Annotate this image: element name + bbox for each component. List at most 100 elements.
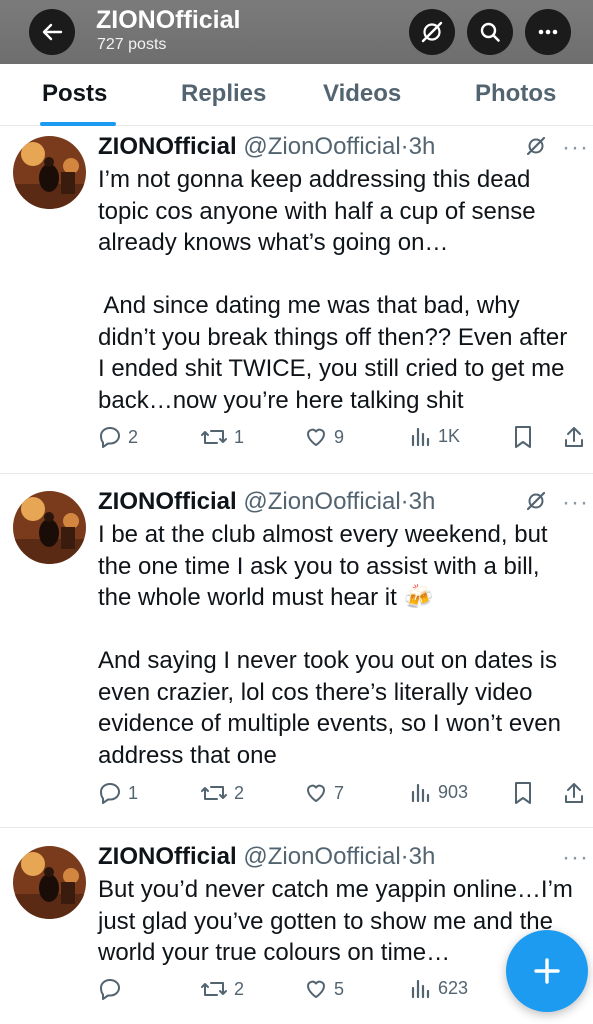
post-time[interactable]: 3h — [409, 133, 436, 160]
compose-plus-icon — [534, 958, 560, 984]
reply-count: 1 — [128, 782, 139, 803]
author-name[interactable]: ZIONOfficial — [98, 133, 237, 160]
like-icon — [307, 428, 325, 446]
post-line: topic cos anyone with half a cup of sens… — [98, 197, 536, 225]
grok-icon — [526, 491, 546, 511]
more-icon — [538, 29, 558, 35]
post[interactable]: ZIONOfficial @ZionOofficial·3h ··· I be … — [0, 481, 593, 828]
compose-button[interactable] — [506, 930, 588, 1012]
author-handle[interactable]: @ZionOofficial — [243, 133, 400, 160]
post[interactable]: ZIONOfficial @ZionOofficial·3h ··· I’m n… — [0, 126, 593, 474]
post-more-icon[interactable]: ··· — [562, 134, 589, 162]
like-count: 5 — [334, 978, 345, 999]
author-name[interactable]: ZIONOfficial — [98, 488, 237, 515]
post-meta: ZIONOfficial @ZionOofficial·3h — [98, 488, 435, 516]
post[interactable]: ZIONOfficial @ZionOofficial·3h ··· But y… — [0, 836, 593, 1024]
reply-button[interactable]: 1 — [98, 781, 138, 805]
post-line: the one time I ask you to assist with a … — [98, 552, 540, 580]
post-line: already knows what’s going on… — [98, 229, 449, 256]
views-button[interactable]: 623 — [410, 977, 468, 999]
views-count: 903 — [438, 781, 469, 802]
reply-icon — [100, 427, 120, 448]
views-icon — [411, 979, 430, 999]
like-button[interactable]: 7 — [304, 781, 344, 805]
search-icon — [480, 22, 500, 42]
repost-count: 2 — [234, 978, 245, 999]
grok-button[interactable] — [409, 9, 455, 55]
post-line: And since dating me was that bad, why — [98, 292, 520, 319]
post-actions: 1 2 7 903 — [0, 781, 593, 811]
like-button[interactable]: 5 — [304, 977, 344, 1001]
post-more-icon[interactable]: ··· — [562, 844, 589, 872]
reply-button[interactable]: 2 — [98, 425, 138, 449]
grok-icon — [421, 21, 443, 43]
views-count: 1K — [438, 425, 461, 446]
search-button[interactable] — [467, 9, 513, 55]
avatar[interactable] — [13, 491, 86, 564]
share-button[interactable] — [563, 781, 585, 805]
post-line: didn’t you break things off then?? Even … — [98, 323, 568, 351]
post-line: And saying I never took you out on dates… — [98, 647, 557, 674]
grok-icon — [526, 136, 546, 156]
profile-tabs: Posts Replies Videos Photos — [0, 64, 593, 126]
author-handle[interactable]: @ZionOofficial — [243, 843, 400, 870]
views-count: 623 — [438, 977, 469, 998]
reply-icon — [100, 783, 120, 804]
like-count: 9 — [334, 426, 345, 447]
meta-separator: · — [400, 133, 409, 160]
author-name[interactable]: ZIONOfficial — [98, 843, 237, 870]
repost-icon — [201, 786, 227, 800]
views-icon — [411, 427, 430, 447]
post-text: I’m not gonna keep addressing this dead … — [98, 164, 590, 416]
more-button[interactable] — [525, 9, 571, 55]
author-handle[interactable]: @ZionOofficial — [243, 488, 400, 515]
post-count: 727 posts — [97, 36, 167, 53]
views-icon — [411, 783, 430, 803]
repost-button[interactable]: 2 — [200, 781, 244, 805]
post-time[interactable]: 3h — [409, 843, 436, 870]
grok-post-button[interactable] — [524, 489, 548, 518]
meta-separator: · — [400, 488, 409, 515]
repost-count: 1 — [234, 426, 245, 447]
grok-post-button[interactable] — [524, 134, 548, 163]
like-icon — [307, 980, 325, 998]
post-text: I be at the club almost every weekend, b… — [98, 519, 590, 771]
post-more-icon[interactable]: ··· — [562, 489, 589, 517]
tab-posts[interactable]: Posts — [42, 80, 107, 108]
repost-button[interactable]: 1 — [200, 425, 244, 449]
post-actions: 2 5 623 — [0, 977, 593, 1007]
post-line: evidence of multiple events, so I won’t … — [98, 710, 561, 737]
post-line — [98, 259, 590, 291]
post-line: address that one — [98, 741, 277, 769]
post-line: I ended shit TWICE, you still cried to g… — [98, 355, 565, 382]
back-arrow-icon — [42, 23, 63, 41]
avatar[interactable] — [13, 846, 86, 919]
post-line: the whole world must hear it 🍻 — [98, 584, 434, 611]
views-button[interactable]: 903 — [410, 781, 468, 803]
post-meta: ZIONOfficial @ZionOofficial·3h — [98, 133, 435, 161]
repost-count: 2 — [234, 782, 245, 803]
post-line: I’m not gonna keep addressing this dead — [98, 166, 531, 193]
post-line: just glad you’ve gotten to show me and t… — [98, 907, 553, 935]
bookmark-icon — [515, 782, 531, 804]
reply-button[interactable] — [98, 977, 122, 1001]
repost-button[interactable]: 2 — [200, 977, 244, 1001]
reply-icon — [100, 979, 120, 1000]
post-line: I be at the club almost every weekend, b… — [98, 521, 548, 548]
share-icon — [565, 783, 583, 803]
reply-count: 2 — [128, 426, 139, 447]
post-line: But you’d never catch me yappin online…I… — [98, 876, 573, 903]
tab-videos[interactable]: Videos — [323, 80, 401, 108]
avatar[interactable] — [13, 136, 86, 209]
like-button[interactable]: 9 — [304, 425, 344, 449]
tab-replies[interactable]: Replies — [181, 80, 266, 108]
repost-icon — [201, 430, 227, 444]
post-line: back…now you’re here talking shit — [98, 386, 464, 414]
back-button[interactable] — [29, 9, 75, 55]
post-time[interactable]: 3h — [409, 488, 436, 515]
bookmark-button[interactable] — [513, 781, 533, 805]
views-button[interactable]: 1K — [410, 425, 460, 447]
bookmark-button[interactable] — [513, 425, 533, 449]
tab-photos[interactable]: Photos — [475, 80, 556, 108]
share-button[interactable] — [563, 425, 585, 449]
